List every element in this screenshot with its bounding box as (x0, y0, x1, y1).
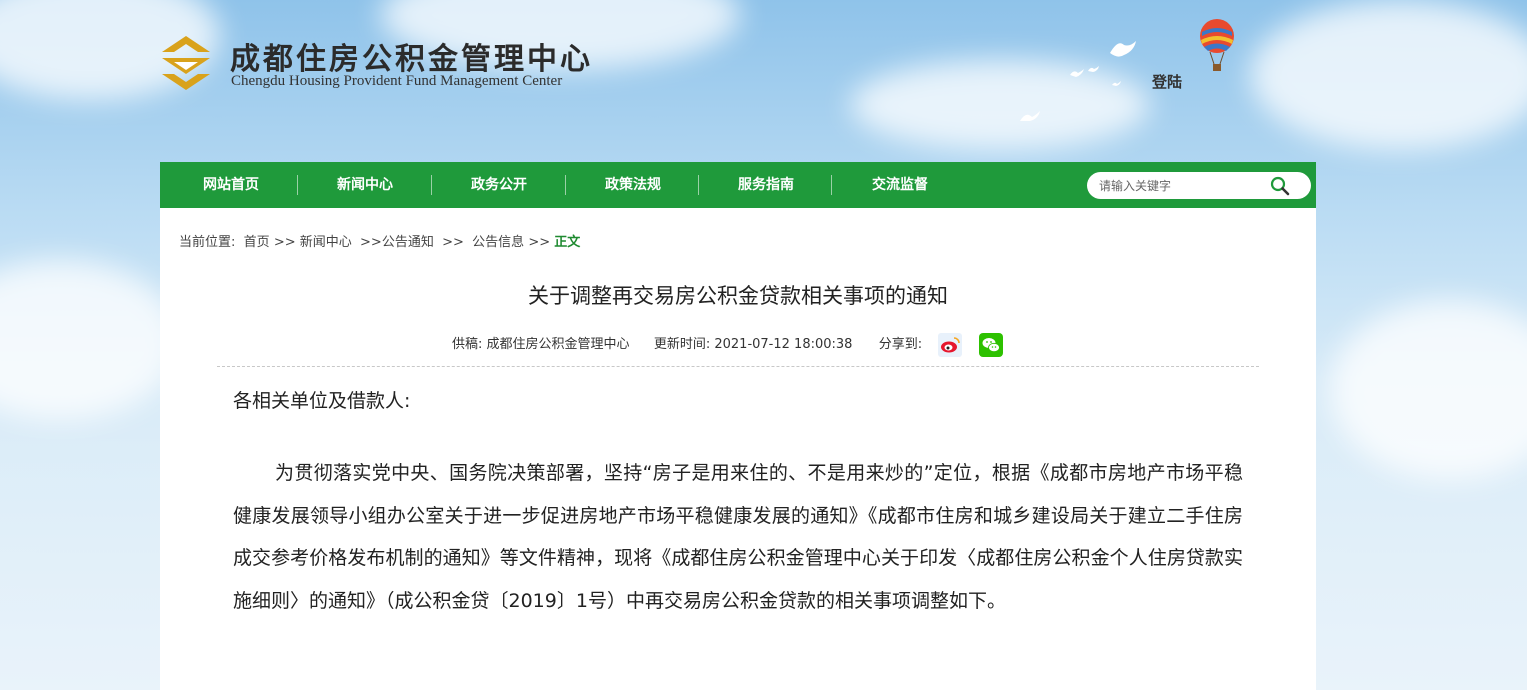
cloud-decoration (0, 260, 180, 420)
login-link[interactable]: 登陆 (1152, 71, 1182, 92)
nav-divider (831, 175, 832, 195)
hot-air-balloon-icon (1200, 19, 1234, 71)
updated-label: 更新时间: (653, 337, 711, 352)
source-label: 供稿: (452, 337, 483, 352)
breadcrumb: 当前位置: 首页 >> 新闻中心 >>公告通知 >> 公告信息 >> 正文 (179, 231, 580, 250)
org-name-en: Chengdu Housing Provident Fund Managemen… (231, 73, 563, 89)
nav-item-feedback[interactable]: 交流监督 (833, 162, 967, 208)
nav-item-government-affairs[interactable]: 政务公开 (432, 162, 566, 208)
org-name-cn: 成都住房公积金管理中心 (230, 42, 593, 77)
article-panel: 当前位置: 首页 >> 新闻中心 >>公告通知 >> 公告信息 >> 正文 关于… (160, 208, 1316, 690)
breadcrumb-separator: >> (360, 235, 382, 250)
breadcrumb-info[interactable]: 公告信息 (472, 235, 524, 250)
search-input[interactable] (1097, 175, 1269, 197)
main-nav: 网站首页 新闻中心 政务公开 政策法规 服务指南 交流监督 (160, 162, 1316, 208)
nav-item-home[interactable]: 网站首页 (164, 162, 298, 208)
breadcrumb-notice[interactable]: 公告通知 (382, 235, 434, 250)
cloud-decoration (1330, 300, 1527, 480)
nav-item-news[interactable]: 新闻中心 (298, 162, 432, 208)
breadcrumb-separator: >> (528, 235, 551, 250)
breadcrumb-current: 正文 (554, 235, 581, 250)
article-title: 关于调整再交易房公积金贷款相关事项的通知 (528, 284, 948, 308)
breadcrumb-prefix: 当前位置: (179, 235, 236, 250)
breadcrumb-separator: >> (273, 235, 296, 250)
search-icon[interactable] (1269, 175, 1291, 197)
source-value: 成都住房公积金管理中心 (486, 337, 630, 352)
updated-value: 2021-07-12 18:00:38 (714, 337, 853, 352)
wechat-share-icon[interactable] (978, 333, 1003, 357)
search-box (1087, 172, 1311, 199)
salutation: 各相关单位及借款人: (233, 390, 411, 412)
doves-decoration-icon (1020, 41, 1136, 121)
breadcrumb-home[interactable]: 首页 (244, 235, 270, 250)
logo-icon[interactable] (158, 34, 214, 92)
article-meta: 供稿: 成都住房公积金管理中心 更新时间: 2021-07-12 18:00:3… (452, 332, 1003, 358)
nav-item-service-guide[interactable]: 服务指南 (699, 162, 833, 208)
nav-item-policies[interactable]: 政策法规 (566, 162, 700, 208)
article-paragraph: 为贯彻落实党中央、国务院决策部署，坚持“房子是用来住的、不是用来炒的”定位，根据… (233, 462, 1243, 612)
share-label: 分享到: (878, 337, 923, 352)
weibo-share-icon[interactable] (938, 333, 963, 357)
title-divider (217, 366, 1259, 367)
breadcrumb-news[interactable]: 新闻中心 (300, 235, 352, 250)
site-header: 成都住房公积金管理中心 Chengdu Housing Provident Fu… (0, 0, 1527, 162)
breadcrumb-separator: >> (442, 235, 464, 250)
